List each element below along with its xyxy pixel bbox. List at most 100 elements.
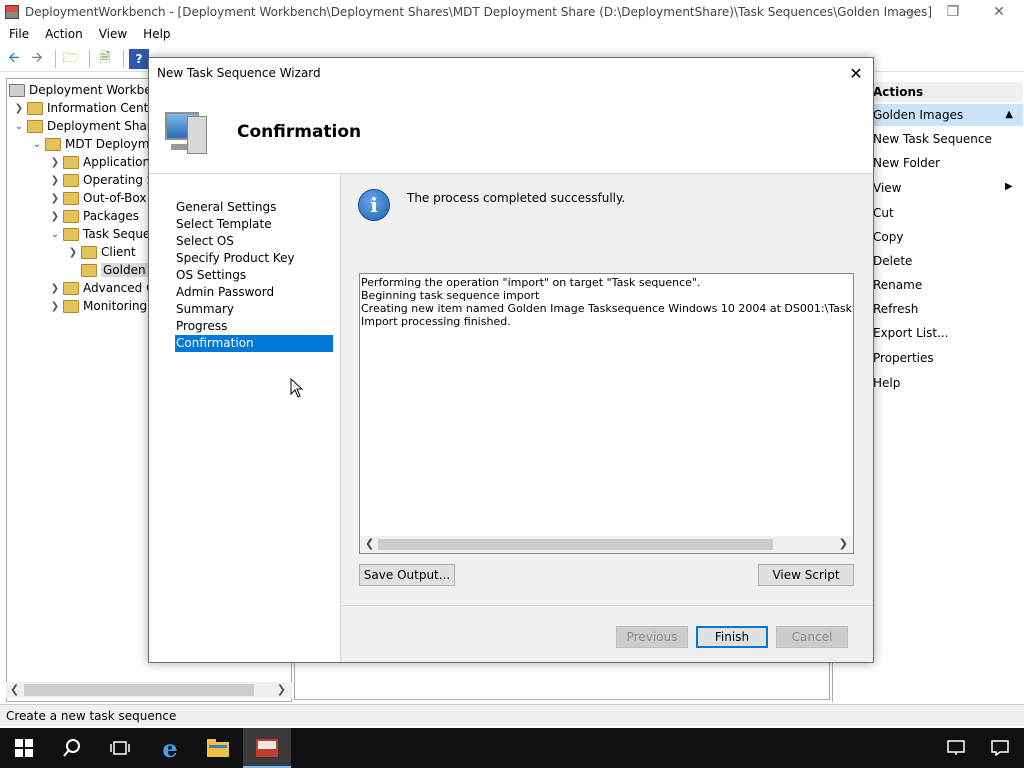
action-properties[interactable]: Properties: [873, 351, 934, 365]
task-view-icon[interactable]: [96, 728, 144, 768]
tree-item-out-of-box-drivers[interactable]: ❯ Out-of-Box: [47, 189, 147, 207]
action-help[interactable]: Help: [873, 376, 900, 390]
chevron-right-icon[interactable]: ❯: [11, 103, 27, 114]
deployment-workbench-icon[interactable]: [243, 728, 291, 768]
up-folder-icon[interactable]: 🗁: [61, 49, 81, 69]
menu-file[interactable]: File: [0, 27, 36, 41]
help-icon[interactable]: ?: [129, 48, 149, 69]
step-summary[interactable]: Summary: [175, 301, 333, 318]
folder-icon: [45, 137, 61, 151]
dialog-titlebar: New Task Sequence Wizard: [149, 58, 873, 88]
tree-item-operating-systems[interactable]: ❯ Operating S: [47, 171, 155, 189]
menubar: File Action View Help: [0, 24, 1024, 44]
step-admin-password[interactable]: Admin Password: [175, 284, 333, 301]
dialog-close-icon[interactable]: ✕: [845, 62, 867, 84]
action-view[interactable]: View: [873, 181, 901, 195]
previous-button[interactable]: Previous: [616, 626, 688, 648]
scroll-right-icon[interactable]: ❯: [839, 537, 848, 550]
taskbar: e: [0, 728, 1024, 768]
menu-help[interactable]: Help: [134, 27, 177, 41]
step-select-os[interactable]: Select OS: [175, 233, 333, 250]
action-delete[interactable]: Delete: [873, 254, 912, 268]
menu-view[interactable]: View: [90, 27, 134, 41]
chevron-right-icon[interactable]: ❯: [65, 247, 81, 258]
forward-arrow-icon[interactable]: 🡪: [27, 49, 47, 69]
page-heading: Confirmation: [237, 122, 362, 142]
close-window-button[interactable]: ✕: [976, 0, 1022, 24]
chevron-right-icon[interactable]: ❯: [47, 283, 63, 294]
internet-explorer-icon[interactable]: e: [146, 728, 194, 768]
output-textbox[interactable]: Performing the operation "import" on tar…: [359, 273, 854, 554]
cancel-button[interactable]: Cancel: [776, 626, 848, 648]
step-specify-product-key[interactable]: Specify Product Key: [175, 250, 333, 267]
folder-icon: [63, 155, 79, 169]
scroll-left-icon[interactable]: ❮: [365, 537, 374, 550]
tree-item-label: Information Center: [47, 101, 161, 115]
tree-item-deployment-shares[interactable]: ⌄ Deployment Shares: [11, 117, 165, 135]
folder-icon: [63, 209, 79, 223]
output-horizontal-scrollbar[interactable]: ❮ ❯: [360, 536, 853, 553]
minimize-button[interactable]: —: [886, 0, 932, 24]
info-icon: i: [358, 189, 390, 221]
export-list-icon[interactable]: 🗎: [95, 49, 115, 69]
step-progress[interactable]: Progress: [175, 318, 333, 335]
step-confirmation[interactable]: Confirmation: [175, 335, 333, 352]
action-rename[interactable]: Rename: [873, 278, 922, 292]
view-script-button[interactable]: View Script: [758, 564, 854, 586]
collapse-up-icon[interactable]: ▲: [1005, 104, 1013, 126]
tree-item-advanced-configuration[interactable]: ❯ Advanced C: [47, 279, 155, 297]
scroll-left-icon[interactable]: ❮: [10, 683, 19, 696]
dialog-title: New Task Sequence Wizard: [157, 66, 321, 80]
chevron-right-icon[interactable]: ❯: [47, 193, 63, 204]
action-refresh[interactable]: Refresh: [873, 302, 918, 316]
restore-button[interactable]: ❐: [930, 0, 976, 24]
chevron-right-icon[interactable]: ❯: [47, 175, 63, 186]
status-text: Create a new task sequence: [6, 708, 177, 723]
chevron-right-icon[interactable]: ❯: [47, 157, 63, 168]
tree-item-monitoring[interactable]: ❯ Monitoring: [47, 297, 147, 315]
folder-icon: [63, 227, 79, 241]
action-copy[interactable]: Copy: [873, 230, 903, 244]
status-bar: Create a new task sequence: [0, 704, 1024, 726]
chevron-down-icon[interactable]: ⌄: [29, 139, 45, 150]
toolbar-separator: [55, 49, 56, 68]
finish-button[interactable]: Finish: [696, 626, 768, 648]
toolbar-separator: [123, 49, 124, 68]
chevron-right-icon[interactable]: ❯: [47, 211, 63, 222]
tree-item-information-center[interactable]: ❯ Information Center: [11, 99, 161, 117]
step-os-settings[interactable]: OS Settings: [175, 267, 333, 284]
scrollbar-thumb[interactable]: [24, 684, 254, 696]
folder-icon: [63, 281, 79, 295]
tree-item-packages[interactable]: ❯ Packages: [47, 207, 139, 225]
results-pane: [294, 662, 830, 700]
tree-item-label: Advanced C: [83, 281, 155, 295]
scroll-right-icon[interactable]: ❯: [277, 683, 286, 696]
file-explorer-icon[interactable]: [194, 728, 242, 768]
tree-item-applications[interactable]: ❯ Applications: [47, 153, 157, 171]
action-new-task-sequence[interactable]: New Task Sequence: [873, 132, 992, 146]
network-icon[interactable]: [934, 728, 978, 768]
action-cut[interactable]: Cut: [873, 206, 894, 220]
notifications-icon[interactable]: [978, 728, 1022, 768]
windows-start-icon[interactable]: [0, 728, 48, 768]
tree-item-label: Operating S: [83, 173, 155, 187]
tree-horizontal-scrollbar[interactable]: ❮ ❯: [6, 682, 292, 698]
search-icon[interactable]: [48, 728, 96, 768]
chevron-down-icon[interactable]: ⌄: [47, 229, 63, 240]
confirmation-content: i The process completed successfully. Pe…: [342, 174, 873, 606]
back-arrow-icon[interactable]: 🡨: [4, 49, 24, 69]
save-output-button[interactable]: Save Output...: [359, 564, 455, 586]
window-titlebar: DeploymentWorkbench - [Deployment Workbe…: [0, 0, 1024, 24]
action-new-folder[interactable]: New Folder: [873, 156, 940, 170]
menu-action[interactable]: Action: [36, 27, 90, 41]
step-select-template[interactable]: Select Template: [175, 216, 333, 233]
output-line: Performing the operation "import" on tar…: [361, 276, 701, 289]
chevron-down-icon[interactable]: ⌄: [11, 121, 27, 132]
action-export-list[interactable]: Export List...: [873, 326, 949, 340]
chevron-right-icon[interactable]: ❯: [47, 301, 63, 312]
tree-item-client[interactable]: ❯ Client: [65, 243, 136, 261]
tree-item-label: Monitoring: [83, 299, 148, 313]
output-line: Creating new item named Golden Image Tas…: [361, 302, 852, 315]
scrollbar-thumb[interactable]: [378, 539, 773, 550]
step-general-settings[interactable]: General Settings: [175, 199, 333, 216]
